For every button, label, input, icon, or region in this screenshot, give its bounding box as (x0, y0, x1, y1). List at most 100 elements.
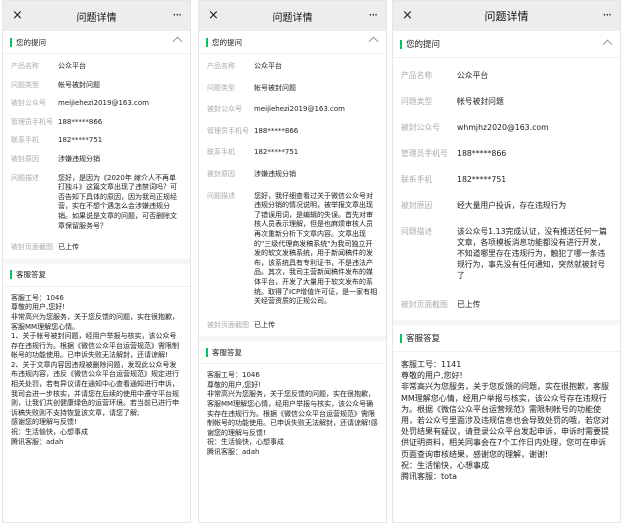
section-title: 您的提问 (406, 40, 441, 50)
field-value[interactable]: 已上传 (457, 299, 612, 310)
field-value: 182*****751 (58, 136, 103, 145)
field-account: 被封公众号 meijiehezi2019@163.com (207, 105, 378, 115)
field-value[interactable]: 已上传 (58, 243, 182, 253)
field-contact: 联系手机 182*****751 (207, 148, 378, 158)
field-type: 问题类型 帐号被封问题 (207, 84, 378, 94)
section-title: 客服答复 (212, 347, 242, 357)
field-type: 问题类型 帐号被封问题 (401, 96, 612, 107)
more-icon[interactable]: ··· (603, 6, 613, 24)
field-reason: 被封原因 涉嫌违规分销 (11, 155, 182, 165)
field-label: 联系手机 (11, 136, 39, 145)
reply-line: 祝：生活愉快，心想事成 (11, 428, 88, 437)
close-icon[interactable]: × (12, 7, 23, 25)
field-label: 管理员手机号 (401, 149, 448, 158)
field-label: 问题类型 (207, 83, 235, 92)
field-value: 您好，我仔细查看过关于微信公众号对违规分销的情况说明，被举报文章出现了错误用词，… (254, 191, 378, 306)
reply-line: 非常高兴为您服务，关于您反馈的问题，实在很抱歉，客服MM理解您心情。 (11, 312, 179, 331)
field-label: 产品名称 (401, 71, 433, 80)
field-type: 问题类型 帐号被封问题 (11, 81, 182, 91)
field-label: 问题类型 (11, 80, 39, 89)
field-description: 问题描述 该公众号1.13完成认证，没有推送任何一篇文章，各项模板消息功能都没有… (401, 226, 612, 281)
reply-line: 尊敬的用户,您好! (11, 303, 66, 312)
reply-line: 祝：生活愉快，心想事成 (207, 438, 284, 447)
section-title: 您的提问 (212, 37, 242, 47)
field-value: 帐号被封问题 (58, 80, 100, 89)
field-label: 问题描述 (11, 173, 39, 182)
field-label: 被封公众号 (401, 123, 440, 132)
question-section-header[interactable]: 您的提问 (199, 31, 386, 54)
reply-line: 2、关于文章内容因违规被删除问题，发现此公众号发布违规内容，违反《微信公众平台运… (11, 360, 179, 417)
question-section-header[interactable]: 您的提问 (393, 31, 620, 58)
field-contact: 联系手机 182*****751 (401, 174, 612, 185)
section-accent-bar (400, 333, 402, 343)
reply-section-header: 客服答复 (3, 263, 190, 287)
reply-line: 腾讯客服：adah (207, 448, 260, 457)
field-screenshot: 被封页面截图 已上传 (401, 299, 612, 310)
field-label: 被封原因 (207, 169, 235, 178)
field-account: 被封公众号 meijiehezi2019@163.com (11, 99, 182, 109)
field-contact: 联系手机 182*****751 (11, 136, 182, 146)
section-title: 客服答复 (406, 334, 441, 344)
chevron-up-icon[interactable] (368, 36, 379, 47)
more-icon[interactable]: ··· (369, 6, 379, 24)
field-value: 经大量用户投诉，存在违规行为 (457, 201, 567, 210)
question-section-header[interactable]: 您的提问 (3, 31, 190, 54)
reply-line: 腾讯客服：tota (401, 472, 458, 482)
reply-section-header: 客服答复 (393, 325, 620, 352)
field-label: 问题描述 (207, 191, 235, 200)
chevron-up-icon[interactable] (172, 36, 183, 47)
field-value: 182*****751 (254, 148, 299, 157)
field-value[interactable]: 已上传 (254, 321, 378, 331)
field-product: 产品名称 公众平台 (401, 70, 612, 81)
field-value: 公众平台 (457, 71, 489, 80)
reply-line: 非常高兴为您服务，关于您反馈的问题，实在很抱歉，客服MM理解您心情，经用户举报与… (207, 390, 378, 437)
page-title: 问题详情 (76, 12, 117, 24)
support-reply: 客服工号：1141 尊敬的用户,您好! 非常高兴为您服务，关于您反馈的问题，实在… (393, 352, 620, 482)
field-value: 188*****866 (254, 126, 299, 135)
field-value: meijiehezi2019@163.com (254, 105, 345, 114)
field-value: 该公众号1.13完成认证，没有推送任何一篇文章，各项模板消息功能都没有进行开发，… (457, 227, 607, 280)
question-fields: 产品名称 公众平台 问题类型 帐号被封问题 被封公众号 whmjhz2020@1… (393, 70, 620, 310)
field-value: meijiehezi2019@163.com (58, 99, 149, 108)
field-screenshot: 被封页面截图 已上传 (207, 321, 378, 331)
section-title: 您的提问 (16, 37, 46, 47)
field-value: 188*****866 (457, 149, 507, 158)
more-icon[interactable]: ··· (173, 6, 183, 24)
field-phone: 管理员手机号 188*****866 (207, 127, 378, 137)
field-label: 产品名称 (207, 62, 235, 70)
field-label: 联系手机 (207, 148, 235, 157)
ticket-panel-2: × 问题详情 ··· 您的提问 产品名称 公众平台 问题类型 帐号被封问题 被封… (198, 0, 387, 523)
field-reason: 被封原因 涉嫌违规分销 (207, 170, 378, 180)
support-reply: 客服工号：1046 尊敬的用户,您好! 非常高兴为您服务，关于您反馈的问题，实在… (3, 287, 190, 448)
field-account: 被封公众号 whmjhz2020@163.com (401, 122, 612, 133)
field-value: 公众平台 (254, 62, 282, 70)
field-phone: 管理员手机号 188*****866 (401, 148, 612, 159)
reply-line: 腾讯客服：adah (11, 437, 64, 446)
field-value: 公众平台 (58, 62, 86, 70)
reply-line: 客服工号：1046 (11, 293, 64, 302)
field-value: whmjhz2020@163.com (457, 123, 549, 132)
close-icon[interactable]: × (208, 7, 219, 25)
close-icon[interactable]: × (402, 7, 413, 25)
reply-line: 1、关于帐号被封问题，经用户举报与核实，该公众号存在违规行为。根据《微信公众平台… (11, 332, 179, 360)
reply-line: 感谢您的理解与反馈! (11, 418, 77, 427)
section-accent-bar (206, 37, 208, 47)
reply-line: 非常高兴为您服务，关于您反馈的问题，实在很抱歉，客服MM理解您心情，经用户举报与… (401, 382, 609, 459)
field-description: 问题描述 您好，是因为《2020年 嫁介人不再单打独斗》这篇文章出现了违禁词吗？… (11, 174, 182, 232)
page-title: 问题详情 (272, 12, 313, 24)
reply-line: 祝：生活愉快，心想事成 (401, 460, 489, 470)
field-value: 188*****866 (58, 117, 103, 126)
field-label: 产品名称 (11, 62, 39, 70)
field-phone: 管理员手机号 188*****866 (11, 118, 182, 128)
field-label: 被封页面截图 (207, 320, 249, 329)
field-label: 被封公众号 (11, 99, 46, 108)
support-reply: 客服工号：1046 尊敬的用户,您好! 非常高兴为您服务，关于您反馈的问题，实在… (199, 364, 386, 457)
field-value: 帐号被封问题 (457, 97, 504, 106)
field-reason: 被封原因 经大量用户投诉，存在违规行为 (401, 200, 612, 211)
reply-line: 尊敬的用户,您好! (401, 371, 463, 381)
field-label: 管理员手机号 (207, 126, 249, 135)
ticket-panel-3: × 问题详情 ··· 您的提问 产品名称 公众平台 问题类型 帐号被封问题 被封… (392, 0, 621, 523)
chevron-up-icon[interactable] (602, 39, 613, 50)
field-label: 联系手机 (401, 175, 433, 184)
field-description: 问题描述 您好，我仔细查看过关于微信公众号对违规分销的情况说明，被举报文章出现了… (207, 192, 378, 307)
